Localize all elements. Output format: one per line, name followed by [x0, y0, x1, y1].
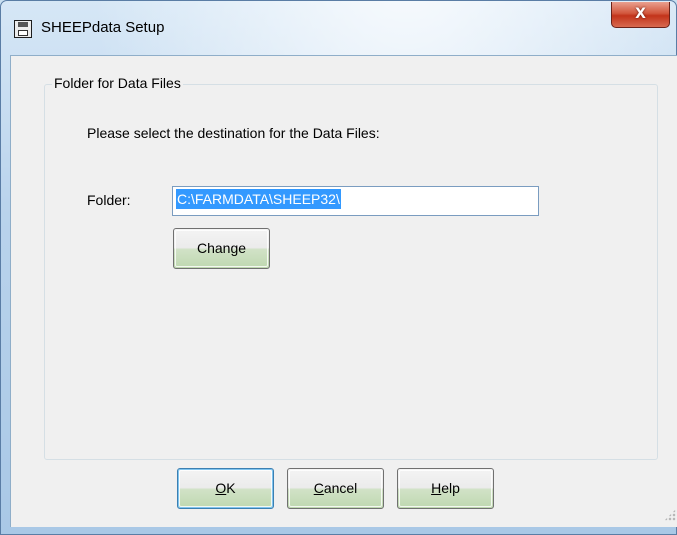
ok-label-accelerator: O	[215, 480, 227, 496]
resize-grip-icon[interactable]	[664, 509, 676, 521]
folder-path-input[interactable]: C:\FARMDATA\SHEEP32\	[172, 186, 539, 216]
groupbox-title: Folder for Data Files	[52, 75, 183, 91]
cancel-button[interactable]: Cancel	[287, 468, 384, 509]
cancel-label-accelerator: C	[313, 480, 324, 496]
ok-button-label: OK	[215, 480, 235, 496]
floppy-disk-icon	[14, 20, 32, 38]
change-button[interactable]: Change	[173, 228, 270, 269]
setup-window: SHEEPdata Setup X Folder for Data Files …	[0, 0, 677, 535]
dialog-client-area: Folder for Data Files Please select the …	[10, 55, 677, 527]
instruction-text: Please select the destination for the Da…	[87, 125, 380, 141]
ok-label-end: K	[226, 480, 236, 496]
help-label-end: elp	[441, 480, 460, 496]
close-button[interactable]: X	[611, 2, 670, 28]
title-bar[interactable]: SHEEPdata Setup X	[1, 1, 676, 55]
folder-label: Folder:	[87, 192, 131, 208]
cancel-label-end: ancel	[323, 480, 358, 496]
change-button-label: Change	[197, 240, 246, 256]
change-label-start: Chan	[196, 240, 231, 256]
help-button[interactable]: Help	[397, 468, 494, 509]
ok-button[interactable]: OK	[177, 468, 274, 509]
help-button-label: Help	[431, 480, 460, 496]
folder-path-value: C:\FARMDATA\SHEEP32\	[176, 189, 341, 209]
window-title: SHEEPdata Setup	[41, 19, 165, 36]
change-label-end: e	[238, 240, 247, 256]
help-label-accelerator: H	[431, 480, 442, 496]
cancel-button-label: Cancel	[314, 480, 358, 496]
